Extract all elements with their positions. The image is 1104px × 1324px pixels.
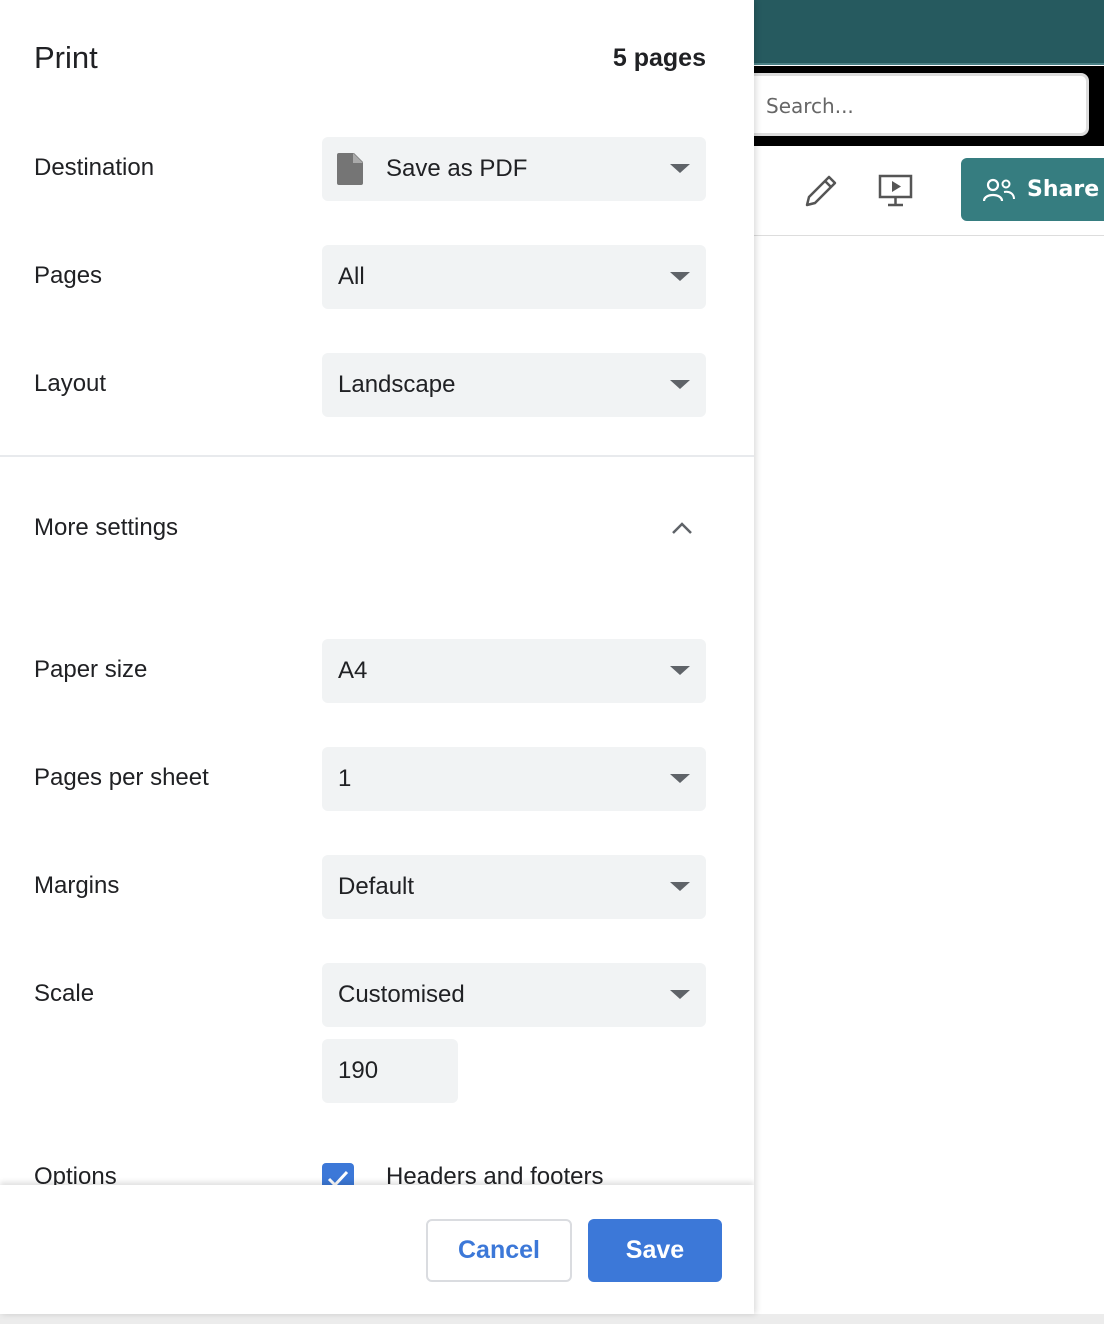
destination-select[interactable]: Save as PDF: [322, 137, 706, 201]
margins-value: Default: [338, 873, 415, 900]
pages-per-sheet-select[interactable]: 1: [322, 747, 706, 811]
destination-value: Save as PDF: [386, 155, 528, 182]
pages-select[interactable]: All: [322, 245, 706, 309]
chevron-up-icon[interactable]: [670, 520, 694, 536]
layout-select[interactable]: Landscape: [322, 353, 706, 417]
more-settings-toggle[interactable]: More settings: [34, 514, 178, 542]
pencil-icon[interactable]: [803, 173, 839, 209]
pages-value: All: [338, 263, 365, 290]
paper-size-value: A4: [338, 657, 368, 684]
dropdown-arrow-icon: [670, 666, 690, 675]
margins-label: Margins: [34, 872, 120, 899]
dialog-title: Print: [34, 40, 98, 75]
layout-label: Layout: [34, 370, 107, 397]
pages-per-sheet-label: Pages per sheet: [34, 764, 209, 791]
paper-size-label: Paper size: [34, 656, 148, 683]
file-icon: [337, 153, 363, 185]
dialog-footer: Cancel Save: [0, 1185, 754, 1314]
dropdown-arrow-icon: [670, 882, 690, 891]
scale-value: Customised: [338, 981, 465, 1008]
destination-label: Destination: [34, 154, 155, 181]
save-button[interactable]: Save: [588, 1219, 722, 1282]
cancel-button[interactable]: Cancel: [426, 1219, 572, 1282]
section-divider: [0, 455, 754, 457]
dropdown-arrow-icon: [670, 990, 690, 999]
page-count: 5 pages: [612, 44, 706, 72]
dropdown-arrow-icon: [670, 164, 690, 173]
people-icon: [983, 178, 1015, 201]
toolbar-divider: [754, 235, 1104, 236]
pages-per-sheet-value: 1: [338, 765, 352, 792]
pages-label: Pages: [34, 262, 103, 289]
scale-label: Scale: [34, 980, 95, 1007]
layout-value: Landscape: [338, 371, 456, 398]
margins-select[interactable]: Default: [322, 855, 706, 919]
page-background: [0, 1314, 1104, 1324]
scale-select[interactable]: Customised: [322, 963, 706, 1027]
present-icon[interactable]: [878, 174, 914, 208]
search-input[interactable]: Search...: [754, 73, 1089, 136]
dropdown-arrow-icon: [670, 272, 690, 281]
app-header: [754, 0, 1104, 65]
share-label: Share: [1027, 177, 1100, 202]
print-dialog: Print 5 pages Destination Save as PDF Pa…: [0, 0, 754, 1314]
dropdown-arrow-icon: [670, 774, 690, 783]
dropdown-arrow-icon: [670, 380, 690, 389]
scale-input[interactable]: 190: [322, 1039, 458, 1103]
share-button[interactable]: Share: [961, 158, 1104, 221]
paper-size-select[interactable]: A4: [322, 639, 706, 703]
